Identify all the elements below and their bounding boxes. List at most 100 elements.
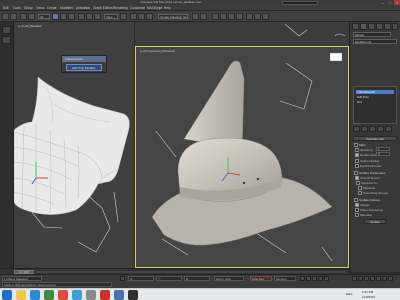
spline-line bbox=[255, 232, 287, 254]
pivot-icon[interactable] bbox=[120, 13, 127, 20]
command-panel: helmet Modifier List TurboSmooth Edit Po… bbox=[349, 22, 400, 272]
lock-selection-icon[interactable] bbox=[120, 276, 125, 281]
modifier-list-dropdown[interactable]: Modifier List bbox=[353, 39, 397, 44]
next-frame-icon[interactable] bbox=[318, 276, 323, 281]
previous-frame-icon[interactable] bbox=[306, 276, 311, 281]
smooth-result-checkbox[interactable]: Smooth Result bbox=[355, 176, 380, 180]
link-icon[interactable] bbox=[20, 13, 27, 20]
curve-editor-icon[interactable] bbox=[220, 13, 227, 20]
zoom-extents-icon[interactable] bbox=[364, 276, 369, 281]
create-tab-icon[interactable] bbox=[352, 23, 359, 30]
file-explorer-icon[interactable] bbox=[16, 290, 26, 300]
clock-time[interactable]: 2:41 PM bbox=[362, 290, 373, 294]
x-coordinate-field[interactable]: X: bbox=[128, 276, 154, 281]
go-to-start-icon[interactable] bbox=[300, 276, 305, 281]
manually-radio[interactable]: Manually bbox=[355, 213, 372, 217]
display-tab-icon[interactable] bbox=[384, 23, 391, 30]
utilities-tab-icon[interactable] bbox=[392, 23, 398, 30]
hierarchy-tab-icon[interactable] bbox=[368, 23, 375, 30]
when-rendering-radio[interactable]: When Rendering bbox=[355, 208, 383, 212]
go-to-end-icon[interactable] bbox=[324, 276, 329, 281]
smoothing-groups-checkbox[interactable]: Smoothing Groups bbox=[358, 191, 388, 195]
render-icon[interactable] bbox=[262, 13, 269, 20]
make-unique-icon[interactable] bbox=[369, 126, 376, 132]
always-radio[interactable]: Always bbox=[355, 203, 370, 207]
iterations-label: Iterations: bbox=[355, 148, 373, 152]
language-indicator[interactable]: ENG bbox=[346, 292, 353, 296]
undo-icon[interactable] bbox=[2, 13, 9, 20]
stack-item-edit-poly[interactable]: Edit Poly bbox=[356, 95, 394, 99]
named-selection-dropdown[interactable]: Create Selection Se bbox=[158, 14, 188, 19]
app-icon[interactable] bbox=[86, 290, 96, 300]
object-name-field[interactable]: helmet bbox=[353, 32, 391, 37]
set-key-button[interactable]: Set Key bbox=[274, 276, 296, 281]
stack-item-box[interactable]: Box bbox=[356, 100, 394, 104]
acrobat-icon[interactable] bbox=[100, 290, 110, 300]
turbosmooth-rollout-header[interactable]: TurboSmooth bbox=[353, 136, 397, 141]
iterations-spinner[interactable]: 1 bbox=[376, 147, 390, 151]
zoom-icon[interactable] bbox=[352, 276, 357, 281]
pan-icon[interactable] bbox=[376, 276, 381, 281]
prompt-line: Click or click-and-drag to select object… bbox=[2, 282, 112, 287]
start-icon[interactable] bbox=[2, 290, 12, 300]
field-of-view-icon[interactable] bbox=[370, 276, 375, 281]
reference-coordinate-dropdown[interactable]: View bbox=[104, 14, 118, 19]
chrome-icon[interactable] bbox=[58, 290, 68, 300]
clock-date[interactable]: 11/3/2015 bbox=[362, 295, 375, 299]
top-viewport[interactable] bbox=[135, 22, 349, 46]
stack-item-turbosmooth[interactable]: TurboSmooth bbox=[356, 90, 394, 94]
selection-status: 1 Object Selected bbox=[2, 276, 42, 281]
y-coordinate-field[interactable]: Y: bbox=[156, 276, 182, 281]
remove-modifier-icon[interactable] bbox=[377, 126, 384, 132]
search-field[interactable] bbox=[282, 0, 318, 5]
redo-icon[interactable] bbox=[10, 13, 17, 20]
internet-explorer-icon[interactable] bbox=[30, 290, 40, 300]
render-setup-icon[interactable] bbox=[246, 13, 253, 20]
stack-toolbar bbox=[353, 126, 397, 133]
render-iters-spinner[interactable]: 0 bbox=[376, 152, 390, 156]
play-icon[interactable] bbox=[312, 276, 317, 281]
material-editor-icon[interactable] bbox=[236, 13, 243, 20]
rotate-icon[interactable] bbox=[86, 13, 93, 20]
select-by-name-icon[interactable] bbox=[60, 13, 67, 20]
filter-icon[interactable] bbox=[2, 36, 11, 44]
motion-tab-icon[interactable] bbox=[376, 23, 383, 30]
3ds-max-icon[interactable] bbox=[128, 290, 138, 300]
selection-filter-dropdown[interactable]: All bbox=[38, 14, 50, 19]
align-icon[interactable] bbox=[200, 13, 207, 20]
schematic-view-icon[interactable] bbox=[228, 13, 235, 20]
layer-icon[interactable] bbox=[212, 13, 219, 20]
skype-icon[interactable] bbox=[72, 290, 82, 300]
auto-key-button[interactable]: Auto Key bbox=[250, 276, 272, 281]
mirror-icon[interactable] bbox=[192, 13, 199, 20]
snap-icon[interactable] bbox=[130, 13, 137, 20]
media-player-icon[interactable] bbox=[44, 290, 54, 300]
dialog-action-button[interactable]: Edit Poly Modifier bbox=[66, 64, 102, 71]
materials-checkbox[interactable]: Materials bbox=[358, 186, 375, 190]
rectangle-selection-icon[interactable] bbox=[68, 13, 75, 20]
z-coordinate-field[interactable]: Z: bbox=[184, 276, 210, 281]
zoom-all-icon[interactable] bbox=[358, 276, 363, 281]
pin-stack-icon[interactable] bbox=[353, 126, 360, 132]
perspective-viewport[interactable]: [+] [Perspective] [Shaded] bbox=[135, 46, 349, 268]
percent-snap-icon[interactable] bbox=[146, 13, 153, 20]
orbit-icon[interactable] bbox=[382, 276, 387, 281]
word-icon[interactable] bbox=[114, 290, 124, 300]
modify-tab-icon[interactable] bbox=[360, 23, 367, 30]
configure-modifier-sets-icon[interactable] bbox=[385, 126, 392, 132]
render-frame-icon[interactable] bbox=[254, 13, 261, 20]
angle-snap-icon[interactable] bbox=[138, 13, 145, 20]
move-icon[interactable] bbox=[78, 13, 85, 20]
floating-dialog[interactable]: Turbosmooth Edit Poly Modifier bbox=[61, 55, 107, 73]
isoline-display-checkbox[interactable]: Isoline Display bbox=[355, 159, 379, 163]
maximize-viewport-icon[interactable] bbox=[388, 276, 393, 281]
time-track[interactable] bbox=[36, 271, 346, 273]
render-iters-checkbox[interactable]: Render Iters: bbox=[355, 153, 377, 157]
explicit-normals-checkbox[interactable]: Explicit Normals bbox=[355, 164, 382, 168]
update-button[interactable]: Update bbox=[364, 219, 386, 224]
scene-explorer-icon[interactable] bbox=[2, 26, 11, 34]
unlink-icon[interactable] bbox=[28, 13, 35, 20]
scale-icon[interactable] bbox=[94, 13, 101, 20]
select-object-icon[interactable] bbox=[52, 13, 59, 20]
show-end-result-icon[interactable] bbox=[361, 126, 368, 132]
